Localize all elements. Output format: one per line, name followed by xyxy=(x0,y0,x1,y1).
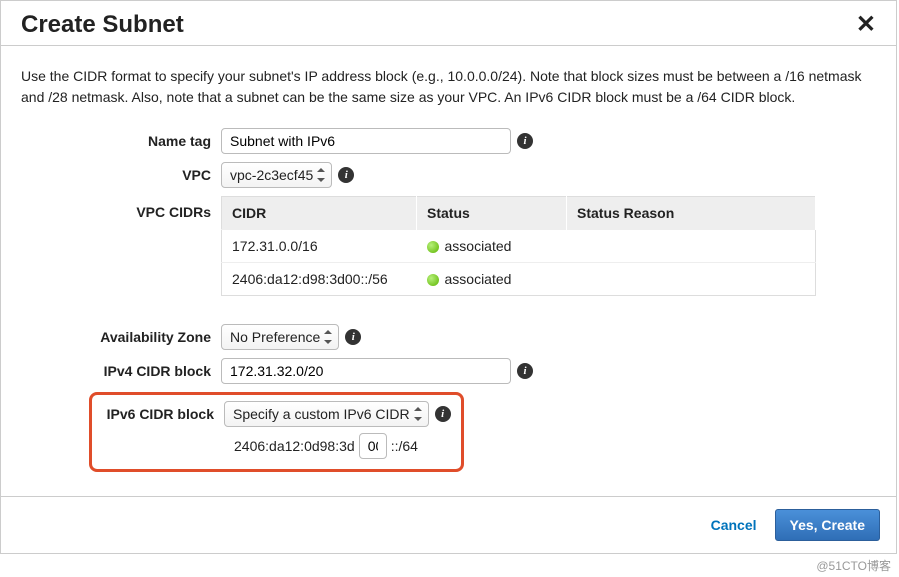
vpc-select[interactable]: vpc-2c3ecf45 xyxy=(221,162,332,188)
ipv6-subnet-hex-input[interactable] xyxy=(359,433,387,459)
cancel-button[interactable]: Cancel xyxy=(711,517,757,533)
status-cell: associated xyxy=(445,271,512,287)
info-icon[interactable]: i xyxy=(338,167,354,183)
info-icon[interactable]: i xyxy=(345,329,361,345)
az-select-value: No Preference xyxy=(230,329,320,345)
th-cidr: CIDR xyxy=(222,197,417,230)
watermark-text: @51CTO博客 xyxy=(0,554,899,577)
label-name-tag: Name tag xyxy=(21,133,221,149)
info-icon[interactable]: i xyxy=(517,133,533,149)
close-icon[interactable]: ✕ xyxy=(856,13,876,37)
table-row: 2406:da12:d98:3d00::/56 associated xyxy=(222,263,816,296)
label-vpc: VPC xyxy=(21,167,221,183)
ipv4-cidr-input[interactable] xyxy=(221,358,511,384)
ipv6-prefix-text: 2406:da12:0d98:3d xyxy=(234,438,355,454)
th-status: Status xyxy=(417,197,567,230)
dialog-title: Create Subnet xyxy=(21,11,184,39)
ipv6-highlight-box: IPv6 CIDR block Specify a custom IPv6 CI… xyxy=(89,392,464,472)
dialog-footer: Cancel Yes, Create xyxy=(1,496,896,553)
az-select[interactable]: No Preference xyxy=(221,324,339,350)
ipv6-mode-value: Specify a custom IPv6 CIDR xyxy=(233,406,410,422)
label-ipv6: IPv6 CIDR block xyxy=(98,406,224,422)
reason-cell xyxy=(567,263,816,296)
status-dot-icon xyxy=(427,241,439,253)
table-row: 172.31.0.0/16 associated xyxy=(222,230,816,263)
yes-create-button[interactable]: Yes, Create xyxy=(775,509,881,541)
th-reason: Status Reason xyxy=(567,197,816,230)
create-subnet-dialog: Create Subnet ✕ Use the CIDR format to s… xyxy=(1,1,896,553)
info-icon[interactable]: i xyxy=(517,363,533,379)
label-ipv4: IPv4 CIDR block xyxy=(21,363,221,379)
cidr-table: CIDR Status Status Reason 172.31.0.0/16 … xyxy=(221,196,816,296)
cidr-cell: 2406:da12:d98:3d00::/56 xyxy=(222,263,417,296)
intro-text: Use the CIDR format to specify your subn… xyxy=(21,66,876,108)
status-cell: associated xyxy=(445,238,512,254)
divider xyxy=(1,45,896,46)
label-vpc-cidrs: VPC CIDRs xyxy=(21,196,221,220)
name-tag-input[interactable] xyxy=(221,128,511,154)
ipv6-suffix-text: ::/64 xyxy=(391,438,418,454)
cidr-cell: 172.31.0.0/16 xyxy=(222,230,417,263)
vpc-select-value: vpc-2c3ecf45 xyxy=(230,167,313,183)
label-az: Availability Zone xyxy=(21,329,221,345)
reason-cell xyxy=(567,230,816,263)
ipv6-mode-select[interactable]: Specify a custom IPv6 CIDR xyxy=(224,401,429,427)
info-icon[interactable]: i xyxy=(435,406,451,422)
status-dot-icon xyxy=(427,274,439,286)
